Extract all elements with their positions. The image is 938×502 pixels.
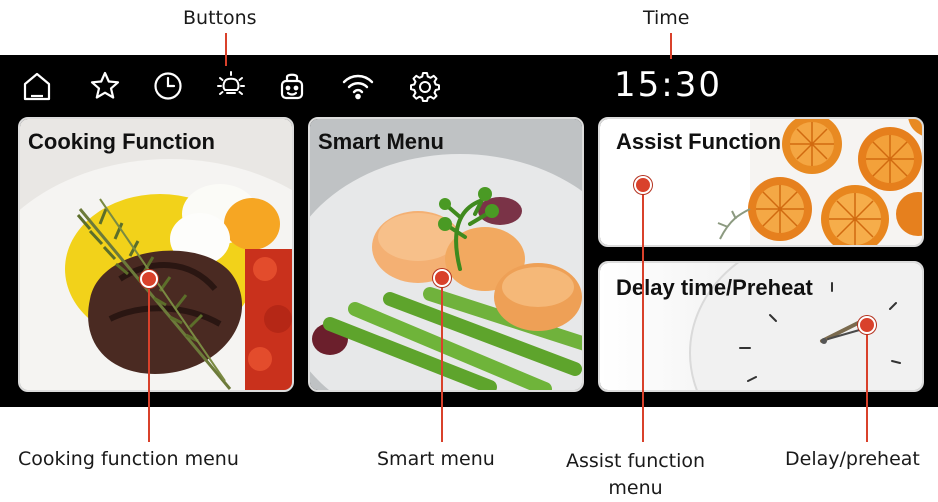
assist-callout-line1: Assist function — [566, 450, 706, 472]
cooking-function-card[interactable]: Cooking Function — [18, 117, 294, 392]
time-callout-line — [670, 33, 672, 59]
assist-callout-label: Assist function menu — [566, 448, 705, 502]
steak-dish-image — [20, 119, 292, 390]
home-icon[interactable] — [20, 69, 54, 103]
smart-marker-dot — [433, 269, 451, 287]
scallops-dish-image — [310, 119, 582, 390]
assist-marker-dot — [634, 176, 652, 194]
delay-marker-dot — [858, 316, 876, 334]
smart-callout-line — [441, 278, 443, 442]
cooking-callout-line — [148, 280, 150, 442]
buttons-callout-line — [225, 33, 227, 66]
light-bulb-icon[interactable] — [214, 69, 248, 103]
cooking-callout-label: Cooking function menu — [18, 448, 239, 470]
delay-callout-label: Delay/preheat — [785, 448, 920, 470]
delay-callout-line — [866, 325, 868, 442]
assist-callout-line2: menu — [608, 477, 663, 499]
assist-callout-line — [642, 185, 644, 442]
wifi-icon[interactable] — [341, 69, 375, 103]
smart-menu-title: Smart Menu — [318, 129, 444, 154]
assist-function-title: Assist Function — [616, 129, 782, 154]
cooking-marker-dot — [140, 270, 158, 288]
clock-icon[interactable] — [151, 69, 185, 103]
buttons-callout-label: Buttons — [183, 7, 257, 29]
star-icon[interactable] — [88, 69, 122, 103]
control-panel-screen: 15:30 Cooking Function Smart Menu Assist… — [0, 55, 938, 407]
smart-callout-label: Smart menu — [377, 448, 495, 470]
cooking-function-title: Cooking Function — [28, 129, 215, 154]
time-display: 15:30 — [614, 65, 722, 105]
time-callout-label: Time — [643, 7, 690, 29]
gear-icon[interactable] — [408, 69, 442, 103]
robot-icon[interactable] — [275, 69, 309, 103]
delay-preheat-title: Delay time/Preheat — [616, 275, 813, 300]
smart-menu-card[interactable]: Smart Menu — [308, 117, 584, 392]
